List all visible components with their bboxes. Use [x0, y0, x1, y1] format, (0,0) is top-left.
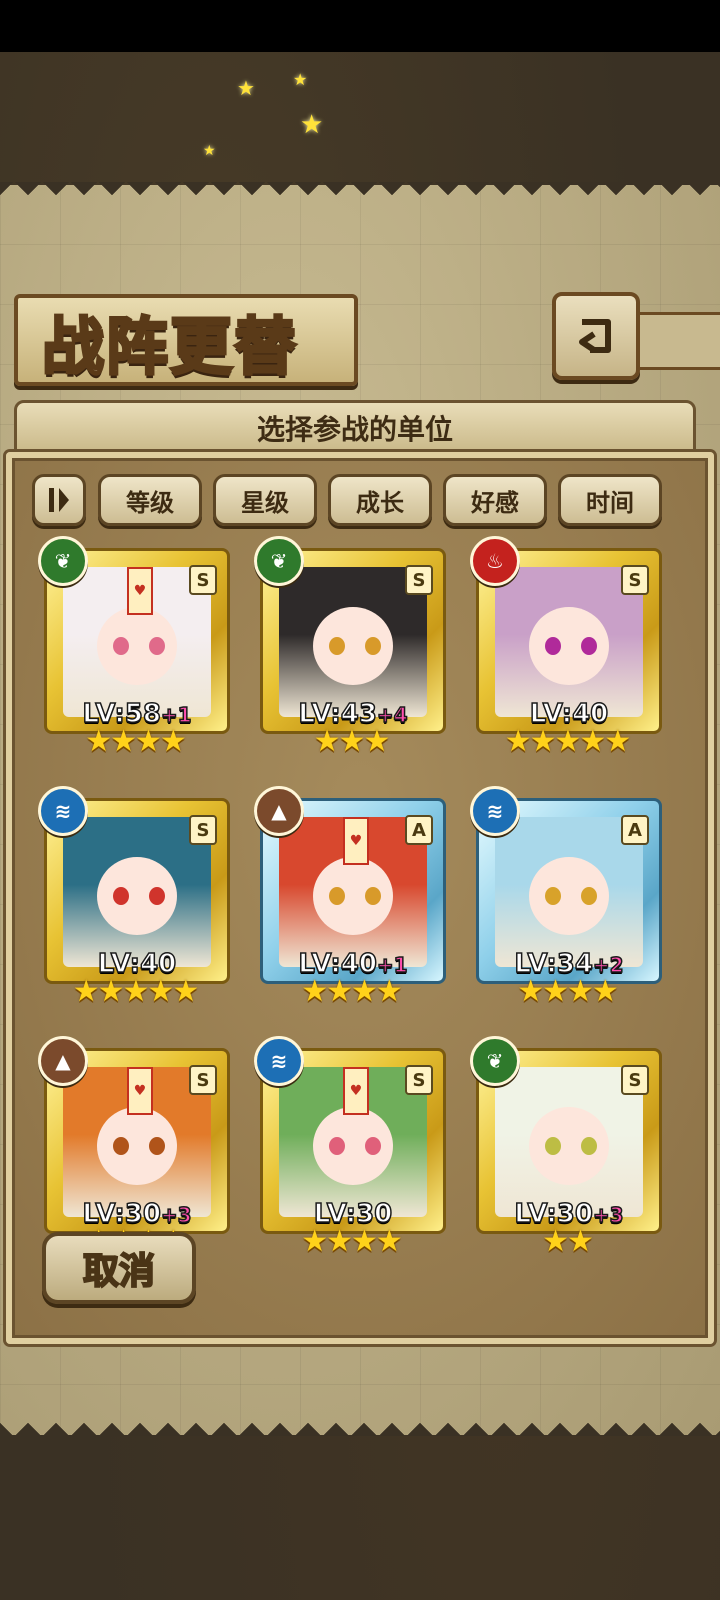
unit-eye [545, 1137, 561, 1155]
unit-eye [113, 1137, 129, 1155]
sort-toggle-icon [49, 488, 69, 512]
rank-badge: A [621, 815, 649, 845]
mountain-icon: ▲ [38, 1036, 88, 1086]
unit-face [313, 857, 393, 935]
sparkle-star-icon: ★ [293, 70, 308, 89]
unit-eye [581, 1137, 597, 1155]
rank-badge: S [189, 1065, 217, 1095]
return-arrow-icon [579, 319, 611, 353]
unit-card[interactable]: ♥ S LV:30 ≋ ★★★★ [254, 1036, 446, 1259]
leaf-icon: ❦ [254, 536, 304, 586]
unit-face [97, 857, 177, 935]
unit-eye [545, 887, 561, 905]
leaf-icon: ❦ [38, 536, 88, 586]
rank-badge: S [621, 565, 649, 595]
sort-button-stars[interactable]: 星级 [213, 474, 317, 526]
star-rating: ★★★★★ [504, 724, 631, 759]
unit-face [313, 607, 393, 685]
cancel-button[interactable]: 取消 [42, 1232, 196, 1304]
panel-subtitle: 选择参战的单位 [14, 400, 696, 456]
flame-icon: ♨ [470, 536, 520, 586]
unit-face [529, 607, 609, 685]
seal-talisman-icon: ♥ [343, 1067, 369, 1115]
star-rating: ★★★★ [85, 724, 187, 759]
unit-eye [365, 1137, 381, 1155]
sort-button-growth[interactable]: 成长 [328, 474, 432, 526]
unit-eye [365, 887, 381, 905]
unit-eye [149, 637, 165, 655]
torn-edge-top [0, 182, 720, 206]
rank-badge: S [405, 1065, 433, 1095]
star-rating: ★★★★ [517, 974, 619, 1009]
star-rating: ★★ [542, 1224, 594, 1259]
unit-card[interactable]: S LV:40 ♨ ★★★★★ [470, 536, 662, 759]
unit-eye [329, 887, 345, 905]
star-rating: ★★★★★ [72, 974, 199, 1009]
rank-badge: S [189, 815, 217, 845]
unit-eye [581, 637, 597, 655]
unit-card[interactable]: S LV:40 ≋ ★★★★★ [38, 786, 230, 1009]
unit-face [97, 607, 177, 685]
unit-card[interactable]: A LV:34+2 ≋ ★★★★ [470, 786, 662, 1009]
unit-eye [113, 887, 129, 905]
back-button[interactable] [552, 292, 640, 380]
unit-eye [149, 887, 165, 905]
rank-badge: S [405, 565, 433, 595]
page-title: 战阵更替 [40, 309, 299, 385]
sort-order-toggle[interactable] [32, 474, 86, 526]
unit-eye [329, 637, 345, 655]
seal-talisman-icon: ♥ [343, 817, 369, 865]
unit-card[interactable]: ♥ A LV:40+1 ▲ ★★★★ [254, 786, 446, 1009]
unit-eye [113, 637, 129, 655]
unit-face [97, 1107, 177, 1185]
unit-eye [581, 887, 597, 905]
seal-talisman-icon: ♥ [127, 567, 153, 615]
unit-face [529, 1107, 609, 1185]
rank-badge: S [621, 1065, 649, 1095]
seal-talisman-icon: ♥ [127, 1067, 153, 1115]
unit-card[interactable]: S LV:43+4 ❦ ★★★ [254, 536, 446, 759]
star-rating: ★★★★ [301, 974, 403, 1009]
sparkle-star-icon: ★ [203, 143, 216, 159]
mountain-icon: ▲ [254, 786, 304, 836]
header-bar-right [630, 312, 720, 370]
unit-card[interactable]: S LV:30+3 ❦ ★★ [470, 1036, 662, 1259]
unit-card[interactable]: ♥SLV:30+3▲★★★★ [38, 1036, 230, 1259]
sparkle-star-icon: ★ [300, 110, 324, 140]
torn-edge-bottom [0, 1412, 720, 1436]
sort-bar: 等级 星级 成长 好感 时间 [32, 474, 692, 526]
unit-eye [329, 1137, 345, 1155]
sort-button-affection[interactable]: 好感 [443, 474, 547, 526]
water-wave-icon: ≋ [38, 786, 88, 836]
star-rating: ★★★★ [301, 1224, 403, 1259]
unit-card[interactable]: ♥ S LV:58+1 ❦ ★★★★ [38, 536, 230, 759]
star-rating: ★★★ [313, 724, 391, 759]
water-wave-icon: ≋ [254, 1036, 304, 1086]
sparkle-star-icon: ★ [237, 76, 255, 100]
sort-button-level[interactable]: 等级 [98, 474, 202, 526]
rank-badge: A [405, 815, 433, 845]
unit-eye [365, 637, 381, 655]
water-wave-icon: ≋ [470, 786, 520, 836]
leaf-icon: ❦ [470, 1036, 520, 1086]
unit-face [529, 857, 609, 935]
unit-eye [149, 1137, 165, 1155]
unit-eye [545, 637, 561, 655]
rank-badge: S [189, 565, 217, 595]
sort-button-time[interactable]: 时间 [558, 474, 662, 526]
unit-face [313, 1107, 393, 1185]
